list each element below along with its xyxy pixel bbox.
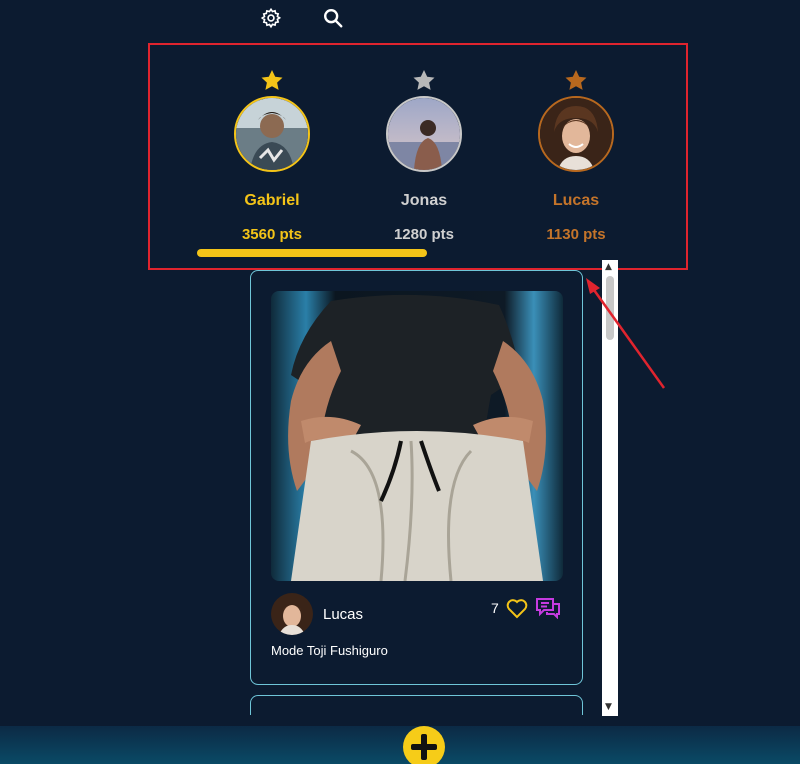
- star-icon: [261, 70, 283, 90]
- post-author[interactable]: Lucas: [271, 593, 363, 635]
- player-points: 1280 pts: [393, 226, 455, 243]
- search-button[interactable]: [320, 5, 346, 31]
- scrollbar-thumb[interactable]: [606, 276, 614, 340]
- post-card[interactable]: [250, 695, 583, 715]
- player-points: 3560 pts: [241, 226, 303, 243]
- leaderboard-rank-2[interactable]: Jonas 1280 pts: [364, 69, 484, 243]
- feed-scrollbar[interactable]: ▲ ▼: [602, 260, 618, 716]
- post-feed[interactable]: Lucas 7 Mode Toji Fushiguro: [250, 270, 583, 715]
- plus-icon: [411, 734, 437, 760]
- leaderboard-podium: Gabriel 3560 pts Jonas 1280 pts Lucas 11…: [148, 43, 688, 270]
- settings-button[interactable]: [258, 5, 284, 31]
- player-name: Jonas: [400, 192, 448, 209]
- bottom-bar: [0, 726, 800, 764]
- post-caption: Mode Toji Fushiguro: [271, 643, 388, 658]
- like-count: 7: [491, 600, 499, 616]
- gear-icon: [260, 7, 282, 29]
- post-card[interactable]: Lucas 7 Mode Toji Fushiguro: [250, 270, 583, 685]
- scroll-down-icon[interactable]: ▼: [605, 702, 612, 712]
- scroll-up-icon[interactable]: ▲: [605, 262, 612, 272]
- star-icon: [565, 70, 587, 90]
- leaderboard-rank-1[interactable]: Gabriel 3560 pts: [212, 69, 332, 243]
- post-image[interactable]: [271, 291, 563, 581]
- search-icon: [324, 9, 343, 28]
- points-progress-bar: [197, 249, 427, 257]
- post-actions: 7: [491, 597, 561, 619]
- top-toolbar: [0, 0, 800, 36]
- avatar[interactable]: [271, 593, 313, 635]
- comment-icon[interactable]: [535, 597, 561, 619]
- star-icon: [413, 70, 435, 90]
- avatar[interactable]: [234, 96, 310, 172]
- avatar[interactable]: [538, 96, 614, 172]
- heart-icon[interactable]: [505, 597, 529, 619]
- player-points: 1130 pts: [546, 226, 606, 243]
- add-post-button[interactable]: [403, 726, 445, 764]
- player-name: Lucas: [552, 192, 600, 209]
- avatar[interactable]: [386, 96, 462, 172]
- leaderboard-rank-3[interactable]: Lucas 1130 pts: [516, 69, 636, 243]
- player-name: Gabriel: [244, 192, 300, 209]
- author-name: Lucas: [323, 605, 364, 623]
